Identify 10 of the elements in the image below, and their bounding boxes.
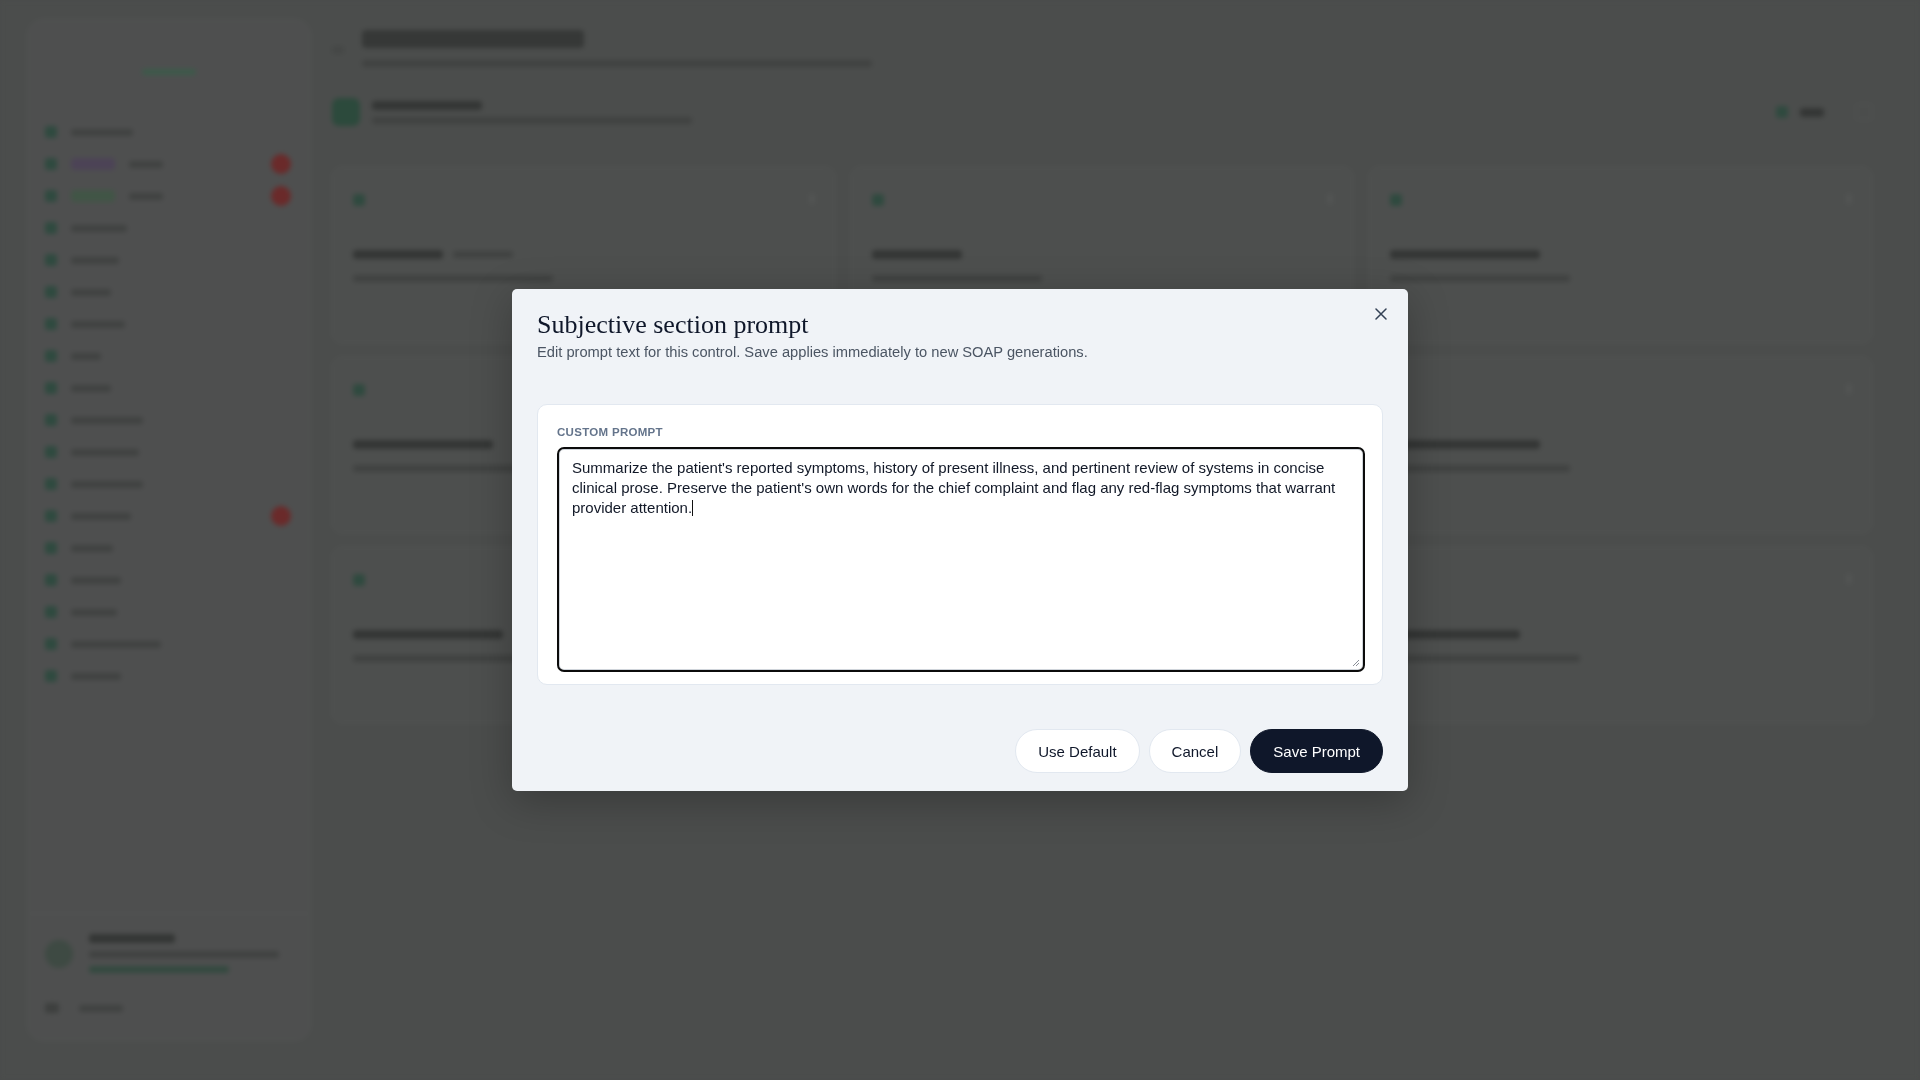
close-icon [1375, 308, 1387, 320]
prompt-textarea[interactable]: Summarize the patient's reported symptoms, history of present illness, and pertinent review of systems in concise clinical prose. Preserve the patient's own words for the chief complaint and flag any red-flag symptoms that warrant provider attention. [557, 447, 1365, 672]
dialog-button[interactable]: Cancel [1148, 729, 1242, 773]
save-button[interactable]: Save Prompt [1250, 729, 1383, 773]
field-label: CUSTOM PROMPT [557, 425, 663, 440]
dialog-title: Subjective section prompt [537, 310, 809, 340]
dialog-description: Edit prompt text for this control. Save applies immediately to new SOAP generations. [537, 343, 1088, 362]
resize-grip-icon [1352, 659, 1360, 667]
dialog-button[interactable]: Use Default [1015, 729, 1140, 773]
text-cursor [692, 500, 694, 516]
